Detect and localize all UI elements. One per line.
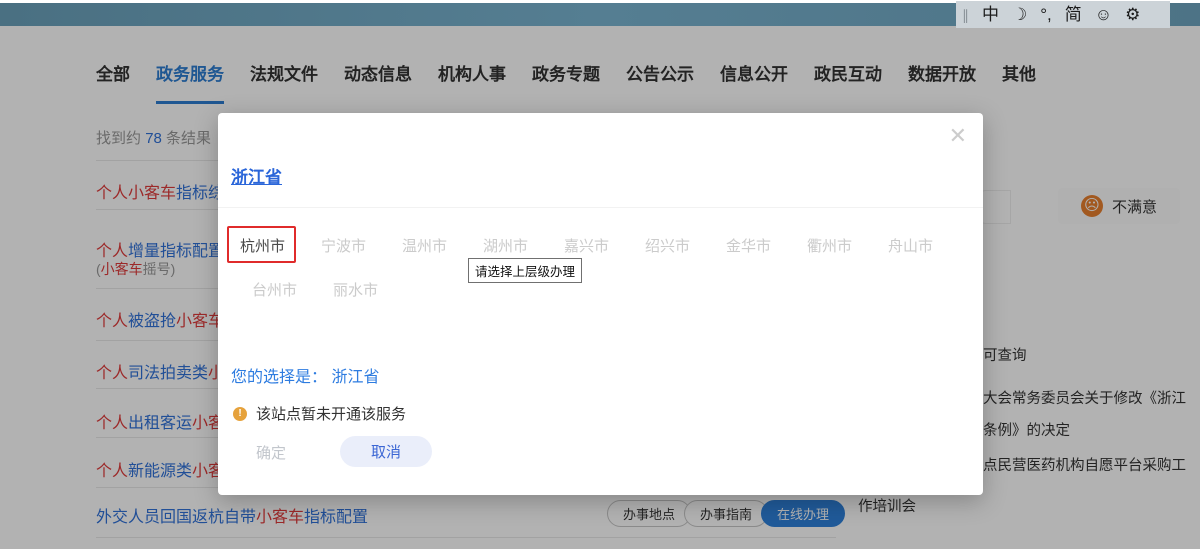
service-location-button[interactable]: 办事地点 [607,500,691,527]
city-row-2: 台州市 丽水市 [252,279,414,300]
divider [96,537,836,538]
ime-toolbar: ∥ 中 ☽ °, 简 ☺ ⚙ [956,1,1170,28]
result-text: 外交人员回国返杭自带 [96,509,256,526]
tab-special-topics[interactable]: 政务专题 [532,60,600,104]
result-text: 小 [208,365,218,382]
result-text: 司法拍卖类 [128,365,208,382]
city-option-taizhou[interactable]: 台州市 [252,279,300,300]
result-subtitle: (小客车摇号) [96,259,175,279]
result-text: 小客车 [256,509,304,526]
right-text-fragment: 大会常务委员会关于修改《浙江 [983,387,1186,408]
simplified-chinese-icon[interactable]: 简 [1065,6,1082,23]
result-text: 摇号) [143,261,176,277]
tab-regulations[interactable]: 法规文件 [250,60,318,104]
city-option-ningbo[interactable]: 宁波市 [321,235,369,256]
result-text: 被盗抢 [128,313,176,330]
punctuation-icon[interactable]: °, [1040,6,1052,23]
emoji-icon[interactable]: ☺ [1095,6,1112,23]
result-text: 个人小客车 [96,185,176,202]
result-text: 出租客运 [128,415,192,432]
city-option-jinhua[interactable]: 金华市 [726,235,774,256]
tab-government-services[interactable]: 政务服务 [156,60,224,104]
tab-open-data[interactable]: 数据开放 [908,60,976,104]
region-picker-dialog: ✕ 浙江省 杭州市 宁波市 温州市 湖州市 嘉兴市 绍兴市 金华市 衢州市 舟山… [218,113,983,495]
result-text: 小客 [192,463,218,480]
confirm-button[interactable]: 确定 [256,442,286,463]
city-option-lishui[interactable]: 丽水市 [333,279,381,300]
result-text: 个人 [96,415,128,432]
result-text: 个人 [96,463,128,480]
selection-value: 浙江省 [331,369,379,386]
result-text: 新能源类 [128,463,192,480]
warning-icon: ! [233,407,247,421]
result-count-prefix: 找到约 [96,130,141,147]
drag-handle-icon[interactable]: ∥ [962,8,969,22]
sad-face-icon: ☹ [1081,195,1103,217]
city-row-1: 杭州市 宁波市 温州市 湖州市 嘉兴市 绍兴市 金华市 衢州市 舟山市 [240,235,969,256]
tab-news[interactable]: 动态信息 [344,60,412,104]
warning-message: ! 该站点暂未开通该服务 [233,403,406,424]
city-option-zhoushan[interactable]: 舟山市 [888,235,936,256]
result-link[interactable]: 外交人员回国返杭自带小客车指标配置 [96,503,616,527]
result-count: 找到约 78 条结果 [96,127,211,148]
city-option-wenzhou[interactable]: 温州市 [402,235,450,256]
right-text-fragment: 点民营医药机构自愿平台采购工 [983,454,1186,475]
dissatisfied-button[interactable]: ☹ 不满意 [1058,188,1180,224]
result-text: 指标综 [176,185,218,202]
result-link[interactable]: 个人被盗抢小客车 [96,307,218,331]
result-link[interactable]: 个人司法拍卖类小 [96,359,218,383]
selection-label: 您的选择是： [231,369,327,386]
result-text: 增量指标配置 [128,243,218,260]
current-selection: 您的选择是： 浙江省 [231,363,379,387]
warning-text: 该站点暂未开通该服务 [256,403,406,424]
result-link[interactable]: 个人增量指标配置 [96,237,218,261]
halfmoon-icon[interactable]: ☽ [1012,6,1027,23]
result-text: 小客 [192,415,218,432]
chinese-mode-icon[interactable]: 中 [982,6,999,23]
result-text: 个人 [96,243,128,260]
city-option-huzhou[interactable]: 湖州市 [483,235,531,256]
tab-all[interactable]: 全部 [96,60,130,104]
tab-personnel[interactable]: 机构人事 [438,60,506,104]
tab-other[interactable]: 其他 [1002,60,1036,104]
satisfaction-button-fragment[interactable] [981,190,1011,224]
result-link[interactable]: 个人出租客运小客 [96,409,218,433]
right-text-fragment: 条例》的决定 [983,419,1070,440]
result-count-number: 78 [145,130,162,147]
settings-gear-icon[interactable]: ⚙ [1125,6,1140,23]
result-count-suffix: 条结果 [166,130,211,147]
dissatisfied-label: 不满意 [1112,196,1157,217]
close-icon[interactable]: ✕ [949,125,967,147]
result-text: 小客车 [101,261,143,277]
cancel-button[interactable]: 取消 [340,436,432,467]
right-text-fragment: 可查询 [983,344,1027,365]
city-option-quzhou[interactable]: 衢州市 [807,235,855,256]
tab-announcements[interactable]: 公告公示 [626,60,694,104]
result-link[interactable]: 个人新能源类小客 [96,457,218,481]
result-text: 指标配置 [304,509,368,526]
tab-interaction[interactable]: 政民互动 [814,60,882,104]
result-text: 个人 [96,313,128,330]
service-guide-button[interactable]: 办事指南 [684,500,768,527]
result-link[interactable]: 个人小客车指标综 [96,179,218,203]
divider [218,207,983,208]
province-link[interactable]: 浙江省 [231,163,282,188]
tab-info-disclosure[interactable]: 信息公开 [720,60,788,104]
city-option-hangzhou[interactable]: 杭州市 [240,235,288,256]
tooltip: 请选择上层级办理 [468,258,582,283]
category-tabs: 全部 政务服务 法规文件 动态信息 机构人事 政务专题 公告公示 信息公开 政民… [96,60,1036,104]
right-text-fragment: 作培训会 [858,495,916,516]
city-option-shaoxing[interactable]: 绍兴市 [645,235,693,256]
city-option-jiaxing[interactable]: 嘉兴市 [564,235,612,256]
online-handling-button[interactable]: 在线办理 [761,500,845,527]
result-text: 个人 [96,365,128,382]
result-text: 小客车 [176,313,218,330]
